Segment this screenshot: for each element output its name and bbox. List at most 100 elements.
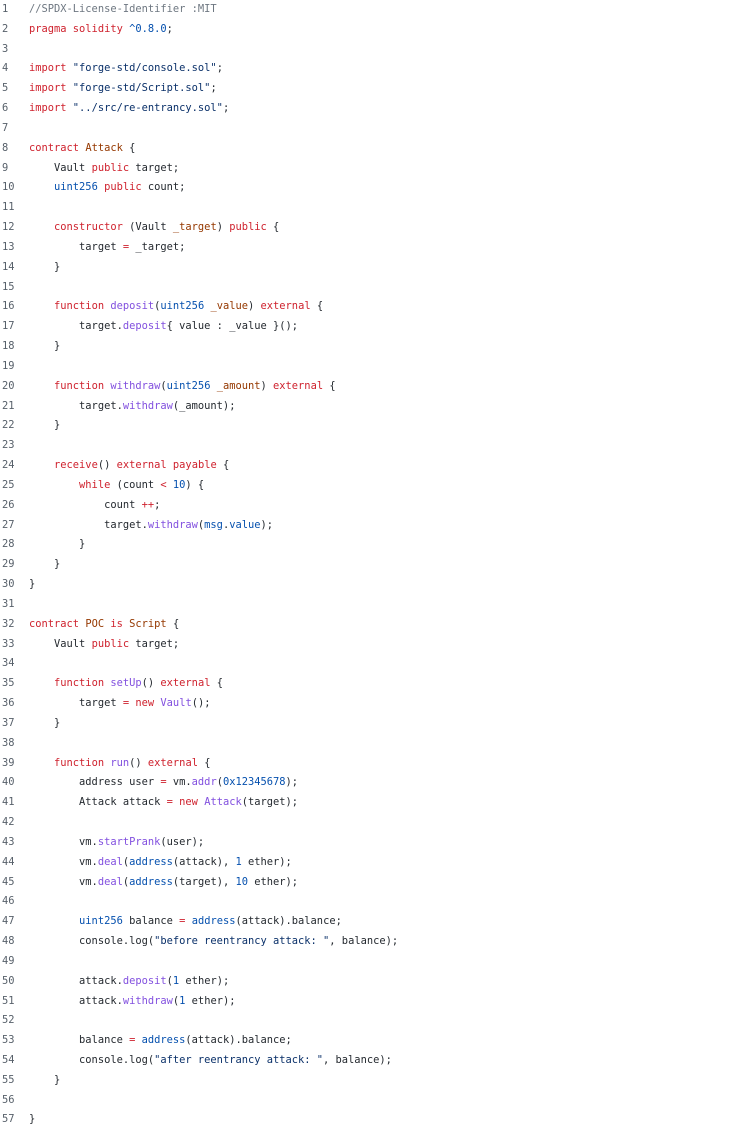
line-number: 20 [2, 379, 15, 392]
line-code: contract Attack { [29, 139, 135, 159]
code-line: 32 contract POC is Script { [0, 615, 734, 635]
code-token: contract [29, 617, 86, 630]
code-line: 15 [0, 278, 734, 298]
line-code: } [29, 535, 85, 555]
code-token: (attack).balance; [235, 915, 342, 928]
code-token: deal [97, 875, 123, 888]
code-token: ); [260, 518, 274, 531]
line-code: console.log("before reentrancy attack: "… [29, 932, 398, 952]
code-line: 20 function withdraw(uint256 _amount) ex… [0, 377, 734, 397]
line-number: 29 [2, 558, 15, 571]
code-token: { [266, 221, 280, 234]
line-number: 37 [2, 716, 15, 729]
line-number: 57 [2, 1113, 15, 1126]
line-code: attack.withdraw(1 ether); [29, 992, 235, 1012]
line-code: uint256 balance = address(attack).balanc… [29, 912, 342, 932]
code-token: uint256 [79, 915, 123, 928]
line-number: 23 [2, 439, 15, 452]
code-token: pragma solidity [29, 22, 130, 35]
code-token: 10 [172, 478, 186, 491]
code-line: 4 import "forge-std/console.sol"; [0, 59, 734, 79]
code-token: ); [285, 776, 299, 789]
line-number: 40 [2, 776, 15, 789]
code-line: 11 [0, 198, 734, 218]
line-number: 46 [2, 895, 15, 908]
code-token: 0x12345678 [222, 776, 286, 789]
code-token: ; [154, 498, 161, 511]
code-token: balance [29, 1034, 130, 1047]
line-code: } [29, 1071, 60, 1091]
code-token: uint256 [166, 379, 211, 392]
code-token: ether); [179, 974, 230, 987]
code-token: } [29, 558, 61, 571]
code-token: external [260, 300, 311, 313]
code-token: () [97, 459, 117, 472]
code-token: withdraw [122, 994, 173, 1007]
code-line: 41 Attack attack = new Attack(target); [0, 793, 734, 813]
code-token: //SPDX-License-Identifier :MIT [29, 3, 217, 15]
code-line: 56 [0, 1091, 734, 1111]
code-token: target. [29, 399, 123, 412]
code-token: Attack attack [29, 796, 167, 809]
code-line: 52 [0, 1011, 734, 1031]
code-token: ++ [141, 498, 155, 511]
code-token: uint256 [54, 181, 98, 194]
code-line: 26 count ++; [0, 496, 734, 516]
code-token: address [191, 915, 236, 928]
code-token: address [141, 1034, 186, 1047]
code-token: (user); [160, 835, 205, 848]
line-number: 16 [2, 300, 15, 313]
line-number: 34 [2, 657, 15, 670]
code-line: 1 //SPDX-License-Identifier :MIT [0, 0, 734, 20]
line-number: 54 [2, 1053, 15, 1066]
code-line: 57} [0, 1110, 734, 1130]
line-code: Attack attack = new Attack(target); [29, 793, 298, 813]
code-line: 39 function run() external { [0, 754, 734, 774]
code-token: new [179, 796, 198, 809]
code-line: 21 target.withdraw(_amount); [0, 397, 734, 417]
code-token: { [323, 379, 336, 392]
code-token: , balance); [329, 935, 399, 947]
line-number: 27 [2, 518, 15, 531]
code-line: 37 } [0, 714, 734, 734]
line-number: 3 [2, 42, 9, 55]
code-token: "before reentrancy attack: " [154, 935, 330, 947]
line-number: 9 [2, 161, 9, 174]
line-number: 25 [2, 478, 15, 491]
line-code: target.withdraw(msg.value); [29, 516, 273, 536]
code-token: external [147, 756, 198, 769]
line-number: 48 [2, 935, 15, 947]
line-number: 17 [2, 320, 15, 333]
code-token: ; [216, 62, 223, 75]
code-token: , balance); [323, 1053, 392, 1066]
code-line: 28 } [0, 535, 734, 555]
code-token: msg [204, 518, 223, 531]
line-code: function deposit(uint256 _value) externa… [29, 297, 323, 317]
code-token: deposit [122, 974, 167, 987]
line-code: while (count < 10) { [29, 476, 204, 496]
code-token: { [310, 300, 324, 313]
code-token: import [29, 102, 73, 115]
code-token: { [210, 677, 223, 690]
line-number: 49 [2, 954, 15, 967]
code-line: 7 [0, 119, 734, 139]
code-line: 6 import "../src/re-entrancy.sol"; [0, 99, 734, 119]
code-token: function [54, 677, 105, 690]
line-code: count ++; [29, 496, 160, 516]
code-line: 29 } [0, 555, 734, 575]
line-code: } [29, 258, 60, 278]
line-number: 7 [2, 121, 9, 134]
line-code: constructor (Vault _target) public { [29, 218, 279, 238]
line-code: contract POC is Script { [29, 615, 179, 635]
code-line: 16 function deposit(uint256 _value) exte… [0, 297, 734, 317]
code-token: ether); [241, 855, 292, 868]
code-token: function [54, 379, 105, 392]
code-token: count; [141, 181, 186, 194]
code-token: { [197, 756, 211, 769]
code-token: () [129, 756, 148, 769]
code-token: _target; [129, 240, 186, 253]
